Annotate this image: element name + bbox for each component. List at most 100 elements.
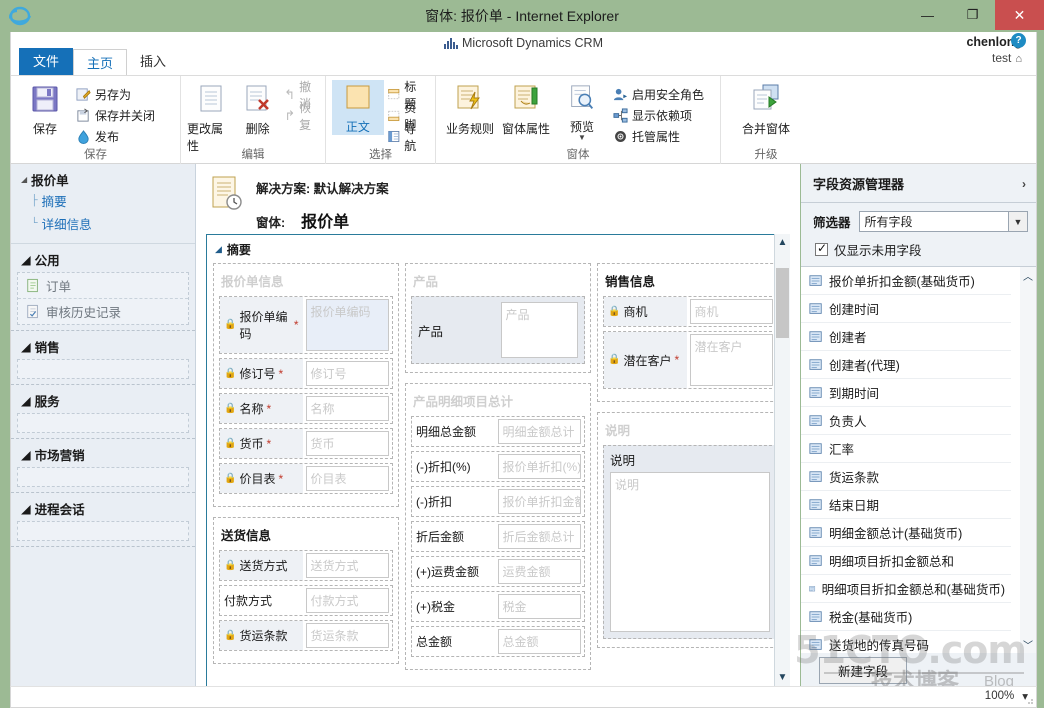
list-item[interactable]: 明细金额总计(基础货币) [801, 519, 1011, 547]
scroll-up-icon[interactable]: ▲ [775, 234, 790, 250]
list-item[interactable]: 结束日期 [801, 491, 1011, 519]
list-item[interactable]: 货运条款 [801, 463, 1011, 491]
field-freight-amount[interactable]: (+)运费金额 运费金额 [411, 556, 585, 587]
field-description[interactable]: 说明 说明 [603, 445, 777, 639]
field-discount-percent[interactable]: (-)折扣(%) 报价单折扣(%) [411, 451, 585, 482]
scroll-up-icon[interactable]: ︿ [1020, 267, 1036, 284]
managed-properties-button[interactable]: 托管属性 [610, 126, 707, 147]
nav-item-audit-history[interactable]: 审核历史记录 [18, 299, 188, 324]
show-dependencies-button[interactable]: 显示依赖项 [610, 105, 707, 126]
list-item[interactable]: 明细项目折扣金额总和(基础货币) [801, 575, 1011, 603]
nav-link-summary[interactable]: ├ 摘要 [21, 189, 185, 212]
nav-group-sales-head[interactable]: ◢ 销售 [11, 331, 195, 359]
section-description[interactable]: 说明 说明 说明 [597, 412, 783, 648]
field-tax[interactable]: (+)税金 税金 [411, 591, 585, 622]
scrollbar-thumb[interactable] [776, 268, 789, 338]
list-item[interactable]: 创建时间 [801, 295, 1011, 323]
chevron-right-icon[interactable]: › [1022, 177, 1026, 191]
delete-button[interactable]: 删除 [234, 80, 281, 137]
filter-select[interactable]: 所有字段 ▼ [858, 211, 1028, 232]
section-line-item-totals[interactable]: 产品明细项目总计 明细总金额 明细金额总计 (-)折扣(%) 报价单折扣(%) … [405, 383, 591, 670]
field-freight-terms-input[interactable]: 货运条款 [305, 623, 389, 648]
list-item[interactable]: 明细项目折扣金额总和 [801, 547, 1011, 575]
tab-home[interactable]: 主页 [73, 49, 128, 76]
scroll-down-icon[interactable]: ▼ [775, 669, 790, 685]
redo-button[interactable]: ↱ 恢复 [281, 101, 319, 132]
enable-security-roles-button[interactable]: 启用安全角色 [610, 84, 707, 105]
field-quote-id[interactable]: 🔒 报价单编码 * 报价单编码 [219, 296, 393, 354]
show-unused-checkbox-row[interactable]: 仅显示未用字段 [801, 236, 1036, 266]
maximize-button[interactable]: ❐ [950, 0, 995, 30]
zoom-control[interactable]: 100% ▾ [985, 689, 1028, 703]
field-price-list[interactable]: 🔒 价目表 * 价目表 [219, 463, 393, 494]
field-revision-id[interactable]: 🔒 修订号 * 修订号 [219, 358, 393, 389]
list-item[interactable]: 报价单折扣金额(基础货币) [801, 267, 1011, 295]
field-potential-customer-input[interactable]: 潜在客户 [689, 334, 773, 386]
list-item[interactable]: 负责人 [801, 407, 1011, 435]
field-name-input[interactable]: 名称 [305, 396, 389, 421]
field-list[interactable]: 报价单折扣金额(基础货币) 创建时间 创建者 创建者(代理) 到期时间 负责人 … [801, 266, 1036, 653]
collapse-triangle-icon[interactable]: ◢ [21, 447, 31, 462]
nav-item-orders[interactable]: 订单 [18, 273, 188, 299]
field-tax-input[interactable]: 税金 [497, 594, 581, 619]
close-button[interactable]: ✕ [995, 0, 1044, 30]
field-list-scrollbar[interactable]: ︿ ﹀ [1020, 267, 1036, 653]
collapse-triangle-icon[interactable]: ◢ [21, 393, 31, 408]
list-item[interactable]: 创建者 [801, 323, 1011, 351]
collapse-triangle-icon[interactable]: ◢ [21, 501, 31, 516]
field-currency[interactable]: 🔒 货币 * 货币 [219, 428, 393, 459]
section-sales-info[interactable]: 销售信息 🔒 商机 商机 🔒 潜在客户 * 潜在客户 [597, 263, 783, 402]
save-as-button[interactable]: 另存为 [73, 84, 158, 105]
nav-group-process-sessions-head[interactable]: ◢ 进程会话 [11, 493, 195, 521]
field-shipping-method-input[interactable]: 送货方式 [305, 553, 389, 578]
new-field-button[interactable]: 新建字段 [819, 656, 908, 684]
field-opportunity[interactable]: 🔒 商机 商机 [603, 296, 777, 327]
minimize-button[interactable]: — [905, 0, 950, 30]
list-item[interactable]: 创建者(代理) [801, 351, 1011, 379]
form-canvas-scrollbar[interactable]: ▲ ▼ [774, 234, 790, 687]
field-discount-amount[interactable]: (-)折扣 报价单折扣金额 [411, 486, 585, 517]
collapse-triangle-icon[interactable]: ◢ [21, 175, 27, 184]
field-products[interactable]: 产品 产品 [411, 296, 585, 364]
save-button[interactable]: 保存 [17, 80, 73, 137]
tab-insert[interactable]: 插入 [127, 48, 179, 75]
list-item[interactable]: 汇率 [801, 435, 1011, 463]
merge-forms-button[interactable]: 合并窗体 [727, 80, 805, 137]
form-properties-button[interactable]: 窗体属性 [498, 80, 554, 137]
collapse-triangle-icon[interactable]: ◢ [215, 244, 222, 255]
section-products[interactable]: 产品 产品 产品 [405, 263, 591, 373]
save-and-close-button[interactable]: 保存并关闭 [73, 105, 158, 126]
body-button[interactable]: 正文 [332, 80, 384, 135]
field-description-input[interactable]: 说明 [610, 472, 770, 632]
chevron-down-icon[interactable]: ▼ [578, 133, 586, 142]
nav-group-common-head[interactable]: ◢ 公用 [11, 244, 195, 272]
list-item[interactable]: 税金(基础货币) [801, 603, 1011, 631]
field-payment-method[interactable]: 付款方式 付款方式 [219, 585, 393, 616]
nav-group-service-head[interactable]: ◢ 服务 [11, 385, 195, 413]
field-quote-id-input[interactable]: 报价单编码 [305, 299, 389, 351]
list-item[interactable]: 到期时间 [801, 379, 1011, 407]
home-icon[interactable]: ⌂ [1015, 53, 1022, 65]
field-pre-freight-amount-input[interactable]: 折后金额总计 [497, 524, 581, 549]
field-total-amount[interactable]: 总金额 总金额 [411, 626, 585, 657]
list-item[interactable]: 送货地的传真号码 [801, 631, 1011, 653]
field-opportunity-input[interactable]: 商机 [689, 299, 773, 324]
business-rules-button[interactable]: 业务规则 [442, 80, 498, 137]
field-price-list-input[interactable]: 价目表 [305, 466, 389, 491]
show-unused-checkbox[interactable] [815, 241, 828, 256]
nav-group-marketing-head[interactable]: ◢ 市场营销 [11, 439, 195, 467]
field-detail-amount-input[interactable]: 明细金额总计 [497, 419, 581, 444]
tab-file[interactable]: 文件 [19, 48, 74, 75]
field-shipping-method[interactable]: 🔒 送货方式 送货方式 [219, 550, 393, 581]
field-products-input[interactable]: 产品 [500, 302, 578, 358]
preview-button[interactable]: 预览 ▼ [554, 80, 610, 142]
field-revision-id-input[interactable]: 修订号 [305, 361, 389, 386]
form-tab-summary[interactable]: ◢ 摘要 [207, 235, 789, 263]
section-shipping-info[interactable]: 送货信息 🔒 送货方式 送货方式 付款方式 付款方式 🔒 货运条款 货运条款 [213, 517, 399, 664]
field-potential-customer[interactable]: 🔒 潜在客户 * 潜在客户 [603, 331, 777, 389]
field-discount-amount-input[interactable]: 报价单折扣金额 [497, 489, 581, 514]
chevron-down-icon[interactable]: ▼ [1008, 212, 1027, 231]
help-icon[interactable]: ? [1011, 33, 1026, 48]
field-discount-percent-input[interactable]: 报价单折扣(%) [497, 454, 581, 479]
scroll-down-icon[interactable]: ﹀ [1020, 636, 1036, 653]
